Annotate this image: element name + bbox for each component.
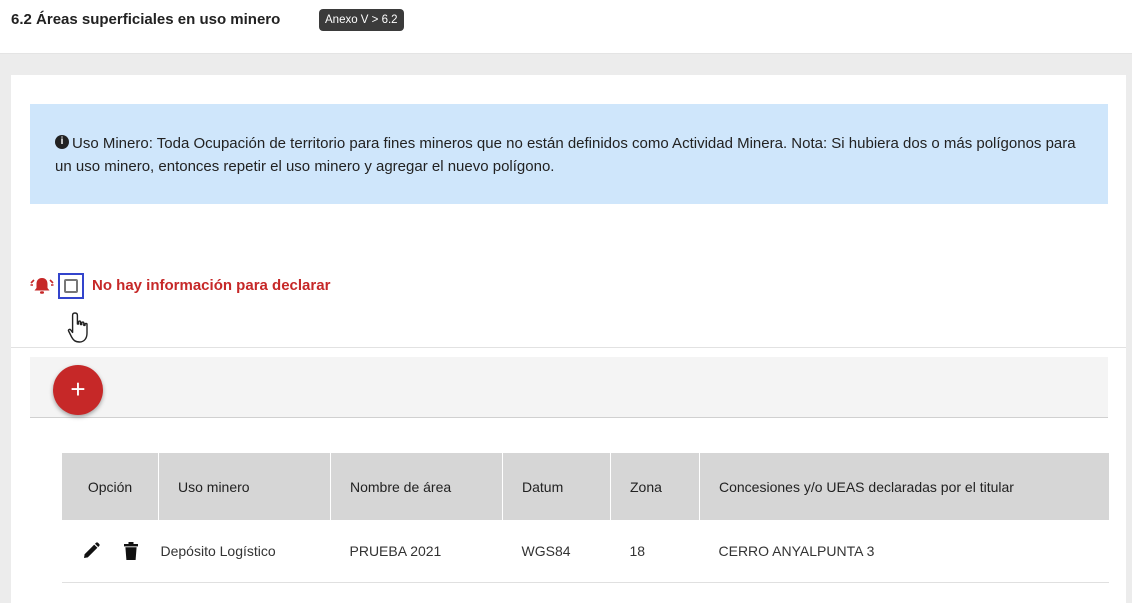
row-actions: [62, 520, 159, 583]
column-header-uso-minero: Uso minero: [158, 453, 331, 520]
column-header-nombre-area: Nombre de área: [330, 453, 503, 520]
column-header-datum: Datum: [502, 453, 611, 520]
column-header-zona: Zona: [610, 453, 700, 520]
info-circle-icon: i: [55, 135, 69, 149]
info-box: i Uso Minero: Toda Ocupación de territor…: [30, 104, 1108, 204]
section-divider: [11, 347, 1126, 348]
page-title: 6.2 Áreas superficiales en uso minero: [11, 11, 281, 28]
no-info-label[interactable]: No hay información para declarar: [92, 277, 330, 294]
cell-datum: WGS84: [502, 520, 611, 583]
page-header: 6.2 Áreas superficiales en uso minero An…: [0, 0, 1132, 54]
breadcrumb-badge: Anexo V > 6.2: [319, 9, 404, 31]
no-info-checkbox[interactable]: [64, 279, 78, 293]
cell-nombre-area: PRUEBA 2021: [330, 520, 503, 583]
column-header-opcion: Opción: [62, 453, 159, 520]
cell-zona: 18: [610, 520, 700, 583]
bell-alert-icon: [30, 278, 54, 294]
no-info-checkbox-focus[interactable]: [58, 273, 84, 299]
delete-trash-icon[interactable]: [123, 541, 139, 561]
content-card: i Uso Minero: Toda Ocupación de territor…: [11, 75, 1126, 603]
column-header-concesiones: Concesiones y/o UEAS declaradas por el t…: [699, 453, 1109, 520]
table-toolbar: +: [30, 357, 1108, 418]
uso-minero-table: Opción Uso minero Nombre de área Datum Z…: [62, 453, 1109, 583]
info-text: Uso Minero: Toda Ocupación de territorio…: [55, 135, 1076, 175]
table-header-row: Opción Uso minero Nombre de área Datum Z…: [62, 453, 1109, 520]
add-button[interactable]: +: [53, 365, 103, 415]
cell-uso-minero: Depósito Logístico: [158, 520, 331, 583]
table-row: Depósito Logístico PRUEBA 2021 WGS84 18 …: [62, 520, 1109, 583]
hand-pointer-icon: [67, 312, 88, 343]
edit-pencil-icon[interactable]: [81, 541, 101, 561]
cell-concesiones: CERRO ANYALPUNTA 3: [699, 520, 1109, 583]
